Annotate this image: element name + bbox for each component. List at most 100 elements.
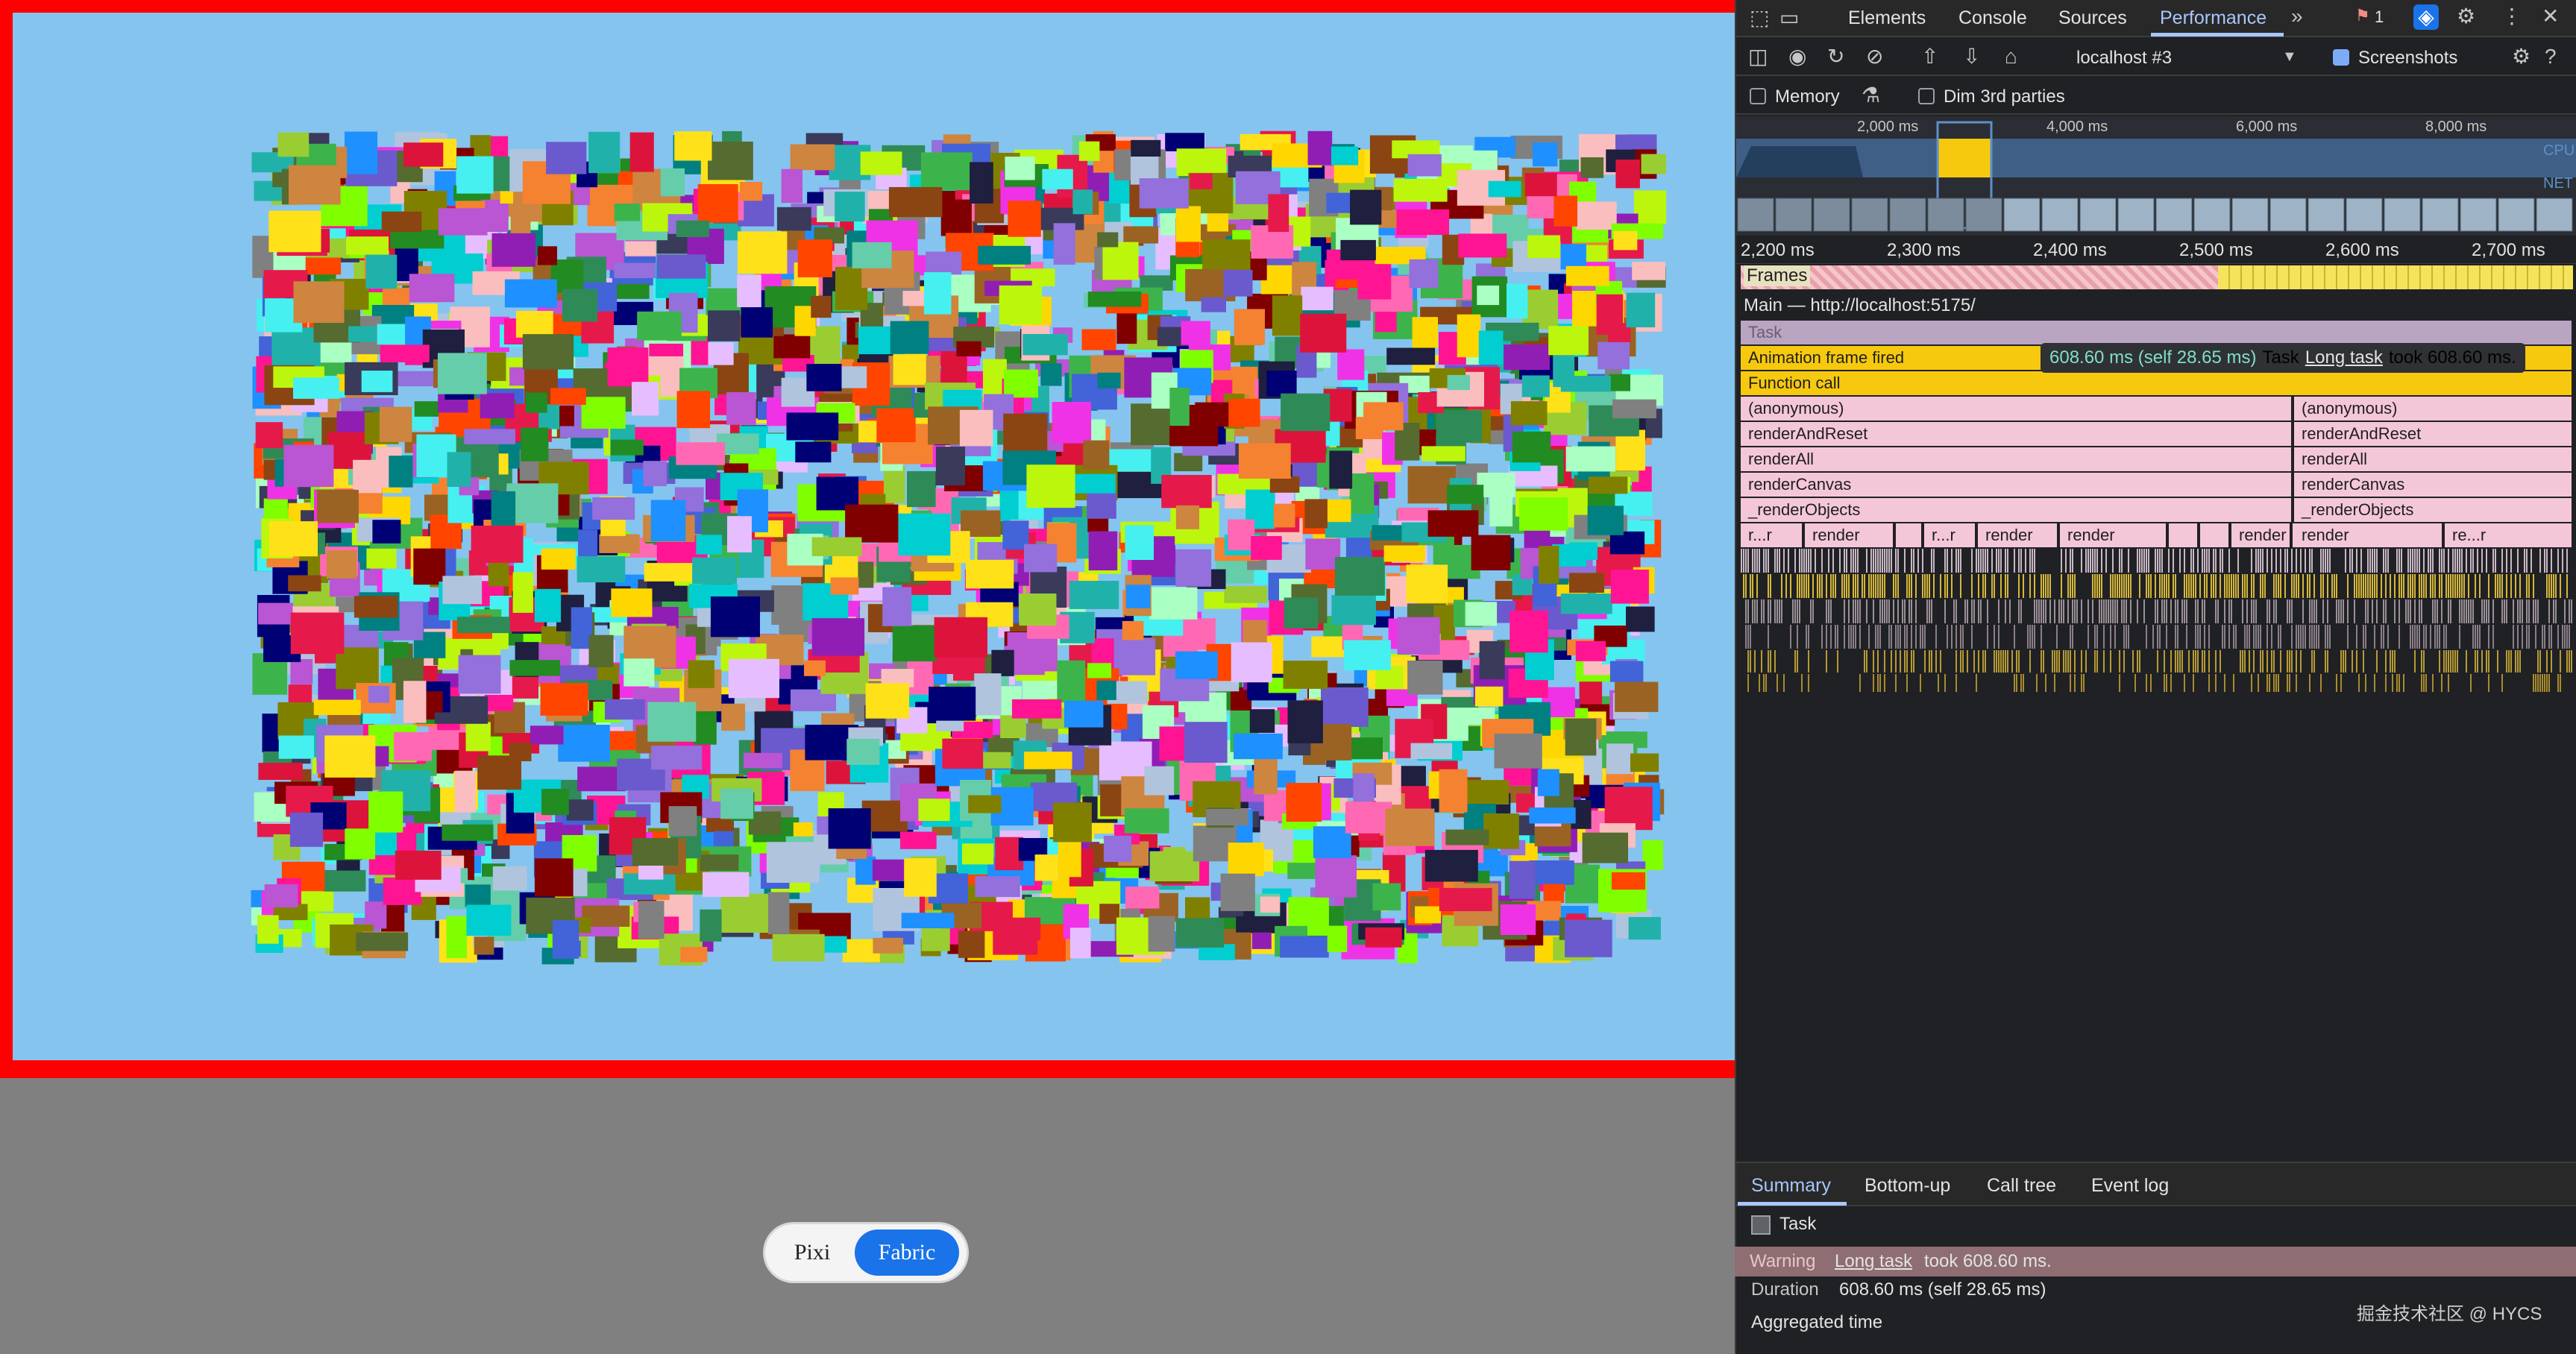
render-frame[interactable]: render [1805,523,1894,547]
tooltip-long-task-link[interactable]: Long task [2305,347,2383,368]
stack-frame[interactable]: renderAll [2294,447,2573,471]
more-tabs-icon[interactable]: » [2291,6,2303,27]
clear-icon[interactable]: ⊘ [1866,46,1883,67]
screenshot-thumbnail[interactable] [2498,198,2535,232]
stack-frame[interactable]: renderCanvas [1741,473,2293,497]
canvas-rectangle [258,763,303,780]
main-thread-header[interactable]: Main — http://localhost:5175/ [1736,294,2576,318]
settings-gear-icon[interactable]: ⚙ [2457,6,2475,27]
flame-chart[interactable]: Task Animation frame fired Function call… [1736,321,2576,708]
renderer-toggle: Pixi Fabric [765,1224,967,1281]
screenshot-thumbnail[interactable] [1813,198,1850,232]
stack-frame[interactable]: (anonymous) [1741,397,2293,421]
recording-select[interactable]: localhost #3 [2076,48,2172,69]
canvas-rectangle [1569,542,1598,560]
canvas-rectangle [1083,440,1110,470]
screenshot-thumbnail[interactable] [2155,198,2193,232]
screenshot-thumbnail[interactable] [2308,198,2345,232]
chevron-down-icon[interactable]: ▼ [2282,49,2297,64]
close-icon[interactable]: ✕ [2542,6,2559,27]
frames-track[interactable]: Frames [1736,264,2576,291]
render-frame[interactable]: render [1978,523,2058,547]
help-icon[interactable]: ? [2545,46,2557,67]
screenshot-thumbnail[interactable] [1775,198,1812,232]
stack-frame[interactable]: renderAll [1741,447,2293,471]
screenshot-thumbnail[interactable] [1737,198,1774,232]
stack-frame[interactable]: renderCanvas [2294,473,2573,497]
upload-icon[interactable]: ⇧ [1921,46,1938,67]
screenshot-thumbnail[interactable] [2041,198,2079,232]
render-frame[interactable] [2169,523,2199,547]
canvas-rectangle [692,557,737,585]
tab-event-log[interactable]: Event log [2091,1175,2169,1197]
dim-third-parties-checkbox[interactable] [1918,88,1935,104]
issues-flag-icon[interactable]: ⚑ [2355,7,2370,24]
tab-sources[interactable]: Sources [2058,7,2127,29]
canvas-rectangle [1236,916,1281,933]
render-frame[interactable]: render [2060,523,2167,547]
screenshot-thumbnail[interactable] [2384,198,2421,232]
tab-call-tree[interactable]: Call tree [1987,1175,2056,1197]
tab-performance[interactable]: Performance [2160,7,2266,29]
ai-assist-icon[interactable]: ◈ [2413,4,2439,30]
render-frame[interactable]: re...r [2445,523,2573,547]
devtools-panel: ⬚ ▭ Elements Console Sources Performance… [1735,0,2576,1354]
task-bar[interactable]: Task [1741,321,2573,344]
screenshots-checkbox[interactable] [2333,49,2349,66]
stack-frame[interactable]: (anonymous) [2294,397,2573,421]
screenshot-thumbnail[interactable] [1927,198,1964,232]
screenshot-thumbnail[interactable] [1889,198,1926,232]
canvas-rectangle [1479,640,1505,679]
flask-icon[interactable]: ⚗ [1862,85,1880,106]
screenshot-thumbnail[interactable] [2231,198,2269,232]
render-frame[interactable]: r...r [1741,523,1803,547]
tab-summary[interactable]: Summary [1751,1175,1831,1197]
device-toolbar-icon[interactable]: ▭ [1779,7,1799,28]
render-frame[interactable]: render [2231,523,2291,547]
canvas-rectangle [924,272,952,315]
canvas-rectangle [566,799,594,821]
stack-frame[interactable]: _renderObjects [1741,498,2293,522]
capture-settings-icon[interactable]: ⚙ [2512,46,2531,67]
tab-elements[interactable]: Elements [1848,7,1926,29]
stack-frame[interactable]: renderAndReset [1741,422,2293,446]
screenshot-thumbnail[interactable] [2536,198,2573,232]
screenshot-thumbnail[interactable] [1965,198,2002,232]
render-frame[interactable] [1896,523,1923,547]
screenshot-thumbnail[interactable] [2269,198,2307,232]
canvas-rectangle [1072,189,1093,215]
kebab-menu-icon[interactable]: ⋮ [2501,6,2522,27]
long-task-link[interactable]: Long task [1835,1251,1912,1272]
render-frame[interactable]: r...r [1924,523,1976,547]
home-icon[interactable]: ⌂ [2005,46,2017,67]
pixi-button[interactable]: Pixi [770,1229,855,1276]
screenshot-thumbnail[interactable] [2346,198,2383,232]
render-frame[interactable] [2200,523,2230,547]
tooltip-time: 608.60 ms (self 28.65 ms) [2049,347,2257,368]
tab-console[interactable]: Console [1958,7,2027,29]
screenshot-thumbnail[interactable] [2003,198,2041,232]
record-icon[interactable]: ◉ [1788,46,1806,67]
screenshot-thumbnail[interactable] [2193,198,2231,232]
inspect-element-icon[interactable]: ⬚ [1750,7,1769,28]
screenshot-thumbnail[interactable] [2079,198,2117,232]
render-frame[interactable]: render [2294,523,2443,547]
reload-record-icon[interactable]: ↻ [1827,46,1844,67]
stack-frame[interactable]: _renderObjects [2294,498,2573,522]
fabric-button[interactable]: Fabric [855,1229,959,1276]
canvas-rectangle [680,947,708,963]
timeline-overview[interactable]: CPU NET 2,000 ms 4,000 ms 6,000 ms 8,000… [1736,116,2576,236]
function-call-bar[interactable]: Function call [1741,371,2573,395]
download-icon[interactable]: ⇩ [1963,46,1980,67]
screenshot-thumbnail[interactable] [2460,198,2497,232]
canvas-rectangle [1058,839,1081,878]
canvas-rectangle [1626,606,1655,632]
tab-bottom-up[interactable]: Bottom-up [1865,1175,1950,1197]
screenshot-thumbnail[interactable] [1851,198,1888,232]
canvas-rectangle [644,563,697,582]
memory-checkbox[interactable] [1750,88,1766,104]
screenshot-thumbnail[interactable] [2422,198,2459,232]
sidebar-toggle-icon[interactable]: ◫ [1748,46,1768,67]
stack-frame[interactable]: renderAndReset [2294,422,2573,446]
screenshot-thumbnail[interactable] [2117,198,2155,232]
